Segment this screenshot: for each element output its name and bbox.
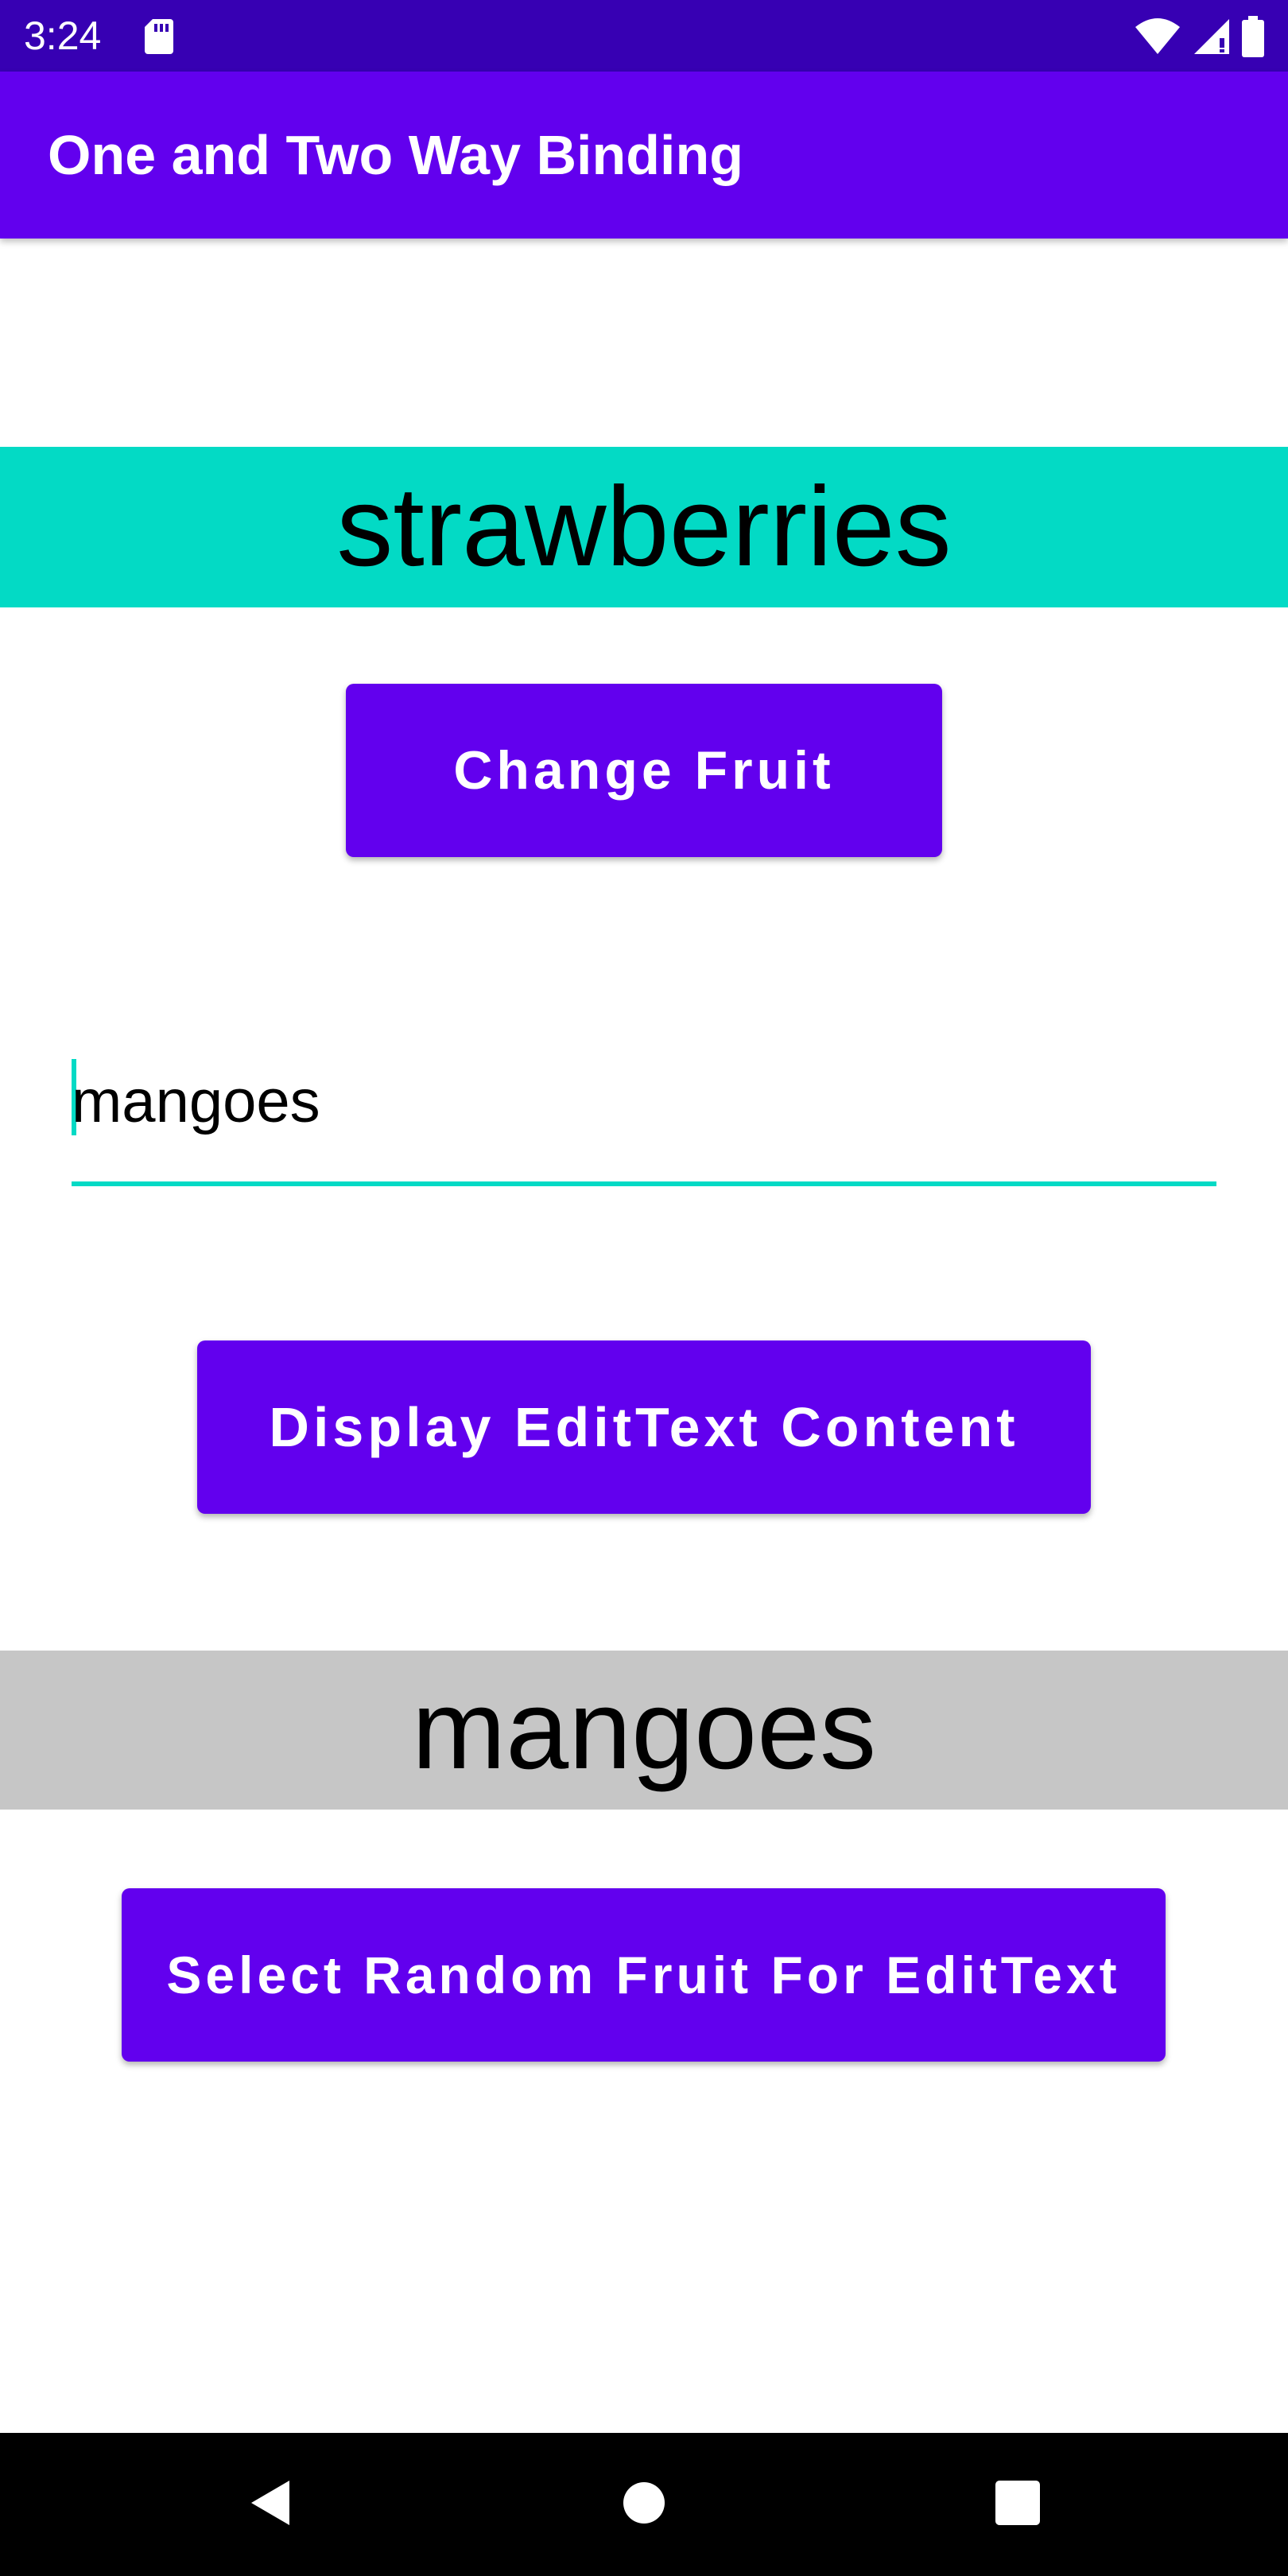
fruit-banner: strawberries [0, 447, 1288, 607]
recents-button[interactable] [986, 2473, 1049, 2536]
sd-card-icon [143, 17, 175, 56]
navigation-bar [0, 2433, 1288, 2576]
recents-icon [995, 2480, 1040, 2529]
app-bar: One and Two Way Binding [0, 72, 1288, 239]
home-icon [622, 2481, 666, 2529]
wifi-icon [1134, 17, 1181, 56]
result-banner: mangoes [0, 1651, 1288, 1810]
select-random-fruit-button[interactable]: Select Random Fruit For EditText [122, 1888, 1166, 2062]
fruit-text: strawberries [336, 464, 952, 590]
app-title: One and Two Way Binding [48, 124, 743, 186]
status-bar: 3:24 [0, 0, 1288, 72]
signal-icon [1193, 17, 1231, 56]
fruit-input[interactable] [72, 1049, 1216, 1153]
home-button[interactable] [612, 2473, 676, 2536]
fruit-edit-field[interactable] [72, 1049, 1216, 1186]
result-text: mangoes [411, 1666, 877, 1793]
status-time: 3:24 [24, 14, 102, 58]
change-fruit-button[interactable]: Change Fruit [346, 684, 942, 857]
battery-icon [1242, 16, 1264, 57]
status-icons [1134, 14, 1264, 59]
back-button[interactable] [239, 2473, 302, 2536]
back-icon [246, 2477, 294, 2532]
display-edittext-content-button[interactable]: Display EditText Content [197, 1340, 1091, 1514]
